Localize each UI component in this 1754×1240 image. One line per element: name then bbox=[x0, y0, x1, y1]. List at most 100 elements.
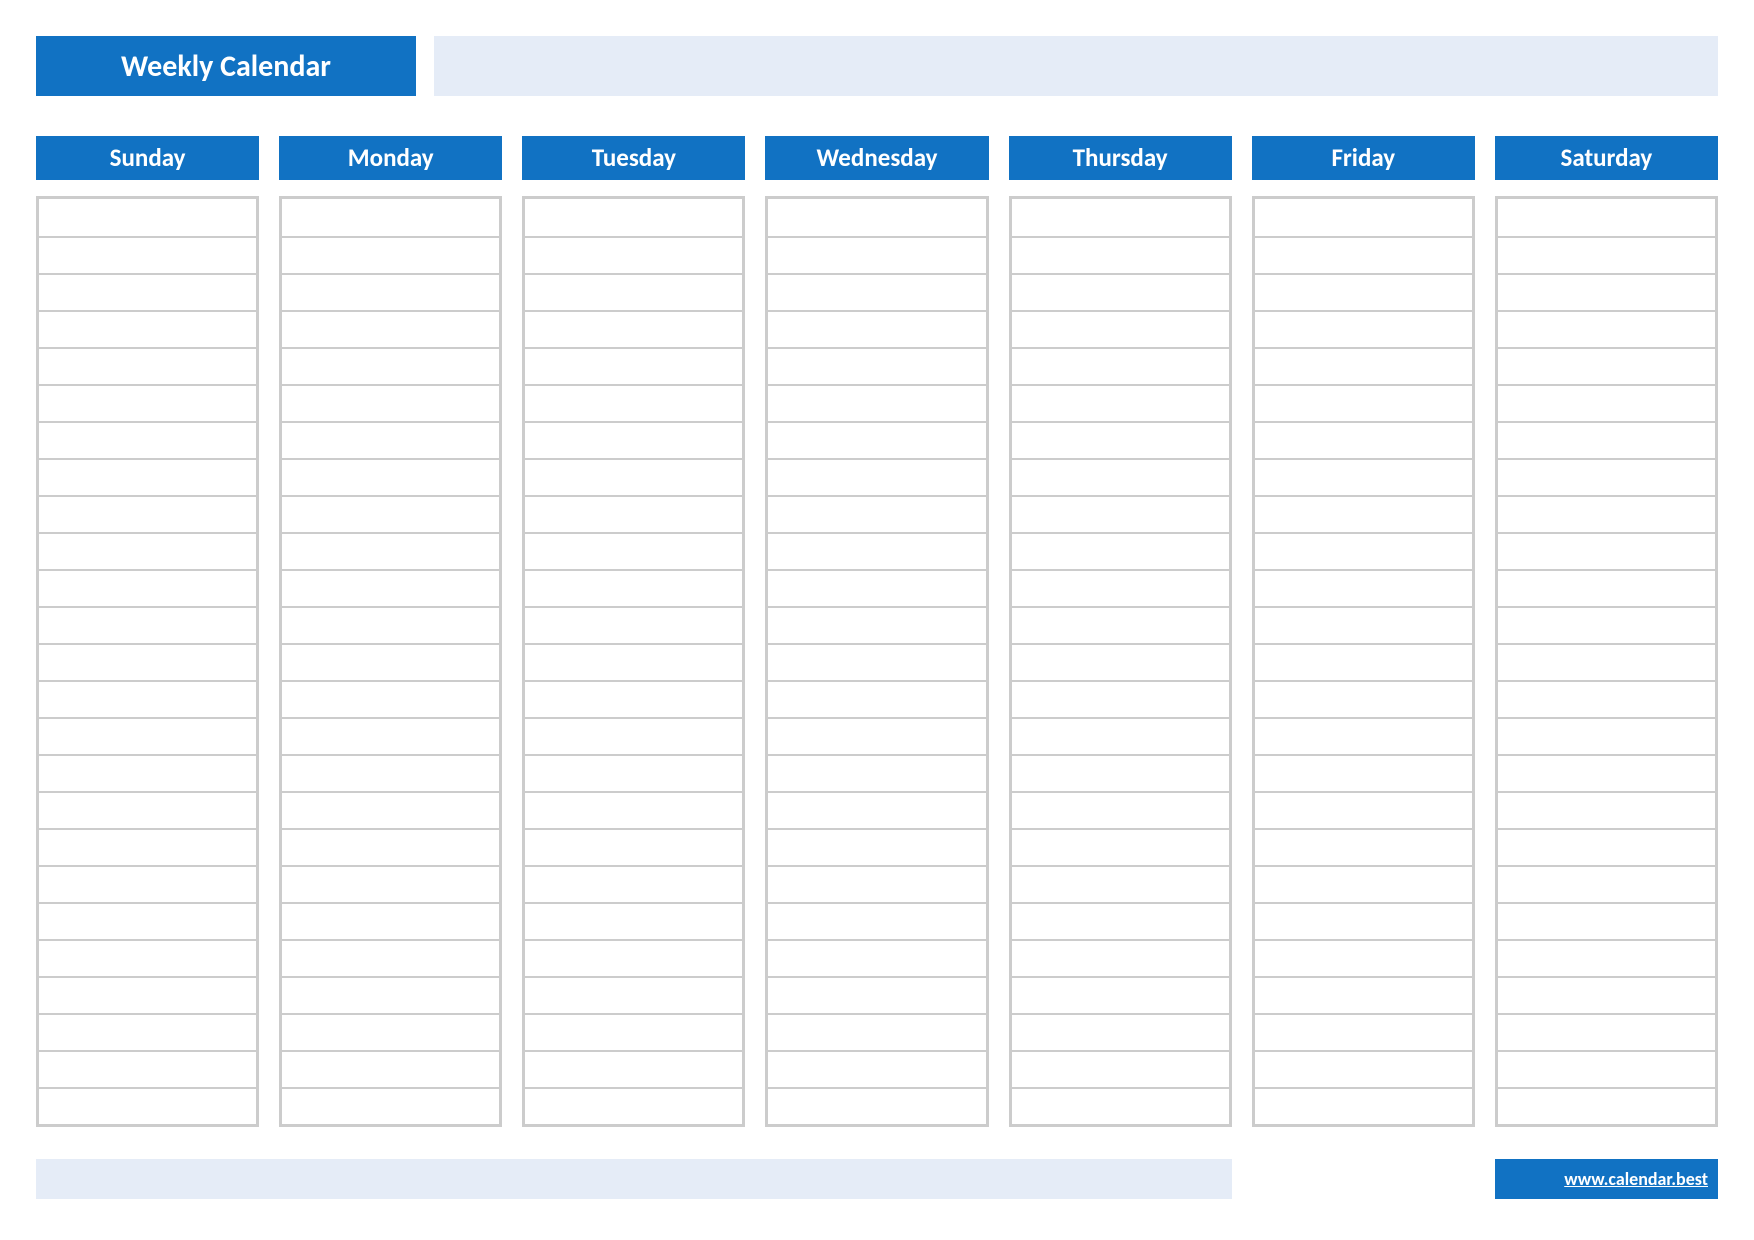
calendar-slot[interactable] bbox=[525, 421, 742, 458]
calendar-slot[interactable] bbox=[525, 939, 742, 976]
calendar-slot[interactable] bbox=[768, 976, 985, 1013]
calendar-slot[interactable] bbox=[39, 976, 256, 1013]
calendar-slot[interactable] bbox=[282, 643, 499, 680]
calendar-slot[interactable] bbox=[1255, 606, 1472, 643]
calendar-slot[interactable] bbox=[1012, 384, 1229, 421]
calendar-slot[interactable] bbox=[282, 1013, 499, 1050]
calendar-slot[interactable] bbox=[1498, 1050, 1715, 1087]
calendar-slot[interactable] bbox=[1255, 680, 1472, 717]
calendar-slot[interactable] bbox=[768, 717, 985, 754]
calendar-slot[interactable] bbox=[1012, 532, 1229, 569]
calendar-slot[interactable] bbox=[525, 199, 742, 236]
calendar-slot[interactable] bbox=[39, 384, 256, 421]
calendar-slot[interactable] bbox=[1255, 273, 1472, 310]
calendar-slot[interactable] bbox=[1255, 458, 1472, 495]
calendar-slot[interactable] bbox=[1255, 1050, 1472, 1087]
calendar-slot[interactable] bbox=[525, 347, 742, 384]
calendar-slot[interactable] bbox=[39, 791, 256, 828]
calendar-slot[interactable] bbox=[1498, 532, 1715, 569]
calendar-slot[interactable] bbox=[282, 902, 499, 939]
calendar-slot[interactable] bbox=[1012, 865, 1229, 902]
calendar-slot[interactable] bbox=[768, 458, 985, 495]
calendar-slot[interactable] bbox=[282, 606, 499, 643]
calendar-slot[interactable] bbox=[282, 421, 499, 458]
calendar-slot[interactable] bbox=[282, 828, 499, 865]
calendar-slot[interactable] bbox=[1012, 680, 1229, 717]
calendar-slot[interactable] bbox=[39, 606, 256, 643]
calendar-slot[interactable] bbox=[1255, 976, 1472, 1013]
calendar-slot[interactable] bbox=[282, 458, 499, 495]
calendar-slot[interactable] bbox=[39, 754, 256, 791]
calendar-slot[interactable] bbox=[1255, 421, 1472, 458]
calendar-slot[interactable] bbox=[1498, 643, 1715, 680]
calendar-slot[interactable] bbox=[525, 532, 742, 569]
calendar-slot[interactable] bbox=[1498, 791, 1715, 828]
calendar-slot[interactable] bbox=[282, 384, 499, 421]
calendar-slot[interactable] bbox=[1012, 1087, 1229, 1124]
calendar-slot[interactable] bbox=[282, 1087, 499, 1124]
calendar-slot[interactable] bbox=[1255, 1013, 1472, 1050]
calendar-slot[interactable] bbox=[1255, 384, 1472, 421]
calendar-slot[interactable] bbox=[1498, 865, 1715, 902]
calendar-slot[interactable] bbox=[282, 1050, 499, 1087]
calendar-slot[interactable] bbox=[1255, 939, 1472, 976]
calendar-slot[interactable] bbox=[1012, 421, 1229, 458]
calendar-slot[interactable] bbox=[282, 569, 499, 606]
calendar-slot[interactable] bbox=[768, 1013, 985, 1050]
calendar-slot[interactable] bbox=[525, 569, 742, 606]
calendar-slot[interactable] bbox=[1498, 458, 1715, 495]
calendar-slot[interactable] bbox=[282, 273, 499, 310]
calendar-slot[interactable] bbox=[1498, 495, 1715, 532]
calendar-slot[interactable] bbox=[1012, 1050, 1229, 1087]
calendar-slot[interactable] bbox=[1012, 1013, 1229, 1050]
calendar-slot[interactable] bbox=[1012, 199, 1229, 236]
calendar-slot[interactable] bbox=[282, 865, 499, 902]
calendar-slot[interactable] bbox=[1498, 902, 1715, 939]
calendar-slot[interactable] bbox=[1498, 828, 1715, 865]
calendar-slot[interactable] bbox=[1255, 236, 1472, 273]
calendar-slot[interactable] bbox=[282, 754, 499, 791]
calendar-slot[interactable] bbox=[768, 754, 985, 791]
calendar-slot[interactable] bbox=[1255, 791, 1472, 828]
calendar-slot[interactable] bbox=[1498, 754, 1715, 791]
calendar-slot[interactable] bbox=[39, 421, 256, 458]
calendar-slot[interactable] bbox=[525, 495, 742, 532]
calendar-slot[interactable] bbox=[768, 939, 985, 976]
calendar-slot[interactable] bbox=[768, 865, 985, 902]
calendar-slot[interactable] bbox=[282, 495, 499, 532]
calendar-slot[interactable] bbox=[1012, 643, 1229, 680]
calendar-slot[interactable] bbox=[1012, 273, 1229, 310]
calendar-slot[interactable] bbox=[1498, 939, 1715, 976]
calendar-slot[interactable] bbox=[39, 495, 256, 532]
calendar-slot[interactable] bbox=[39, 717, 256, 754]
calendar-slot[interactable] bbox=[39, 902, 256, 939]
calendar-slot[interactable] bbox=[1255, 754, 1472, 791]
calendar-slot[interactable] bbox=[39, 347, 256, 384]
calendar-slot[interactable] bbox=[39, 939, 256, 976]
calendar-slot[interactable] bbox=[1498, 421, 1715, 458]
calendar-slot[interactable] bbox=[1498, 680, 1715, 717]
calendar-slot[interactable] bbox=[525, 606, 742, 643]
calendar-slot[interactable] bbox=[1012, 717, 1229, 754]
calendar-slot[interactable] bbox=[282, 680, 499, 717]
calendar-slot[interactable] bbox=[525, 791, 742, 828]
calendar-slot[interactable] bbox=[768, 532, 985, 569]
calendar-slot[interactable] bbox=[39, 680, 256, 717]
calendar-slot[interactable] bbox=[525, 384, 742, 421]
calendar-slot[interactable] bbox=[1012, 347, 1229, 384]
calendar-slot[interactable] bbox=[1012, 606, 1229, 643]
calendar-slot[interactable] bbox=[525, 717, 742, 754]
calendar-slot[interactable] bbox=[39, 273, 256, 310]
calendar-slot[interactable] bbox=[525, 1013, 742, 1050]
calendar-slot[interactable] bbox=[1255, 199, 1472, 236]
calendar-slot[interactable] bbox=[1012, 569, 1229, 606]
calendar-slot[interactable] bbox=[525, 865, 742, 902]
calendar-slot[interactable] bbox=[282, 236, 499, 273]
calendar-slot[interactable] bbox=[282, 791, 499, 828]
calendar-slot[interactable] bbox=[282, 310, 499, 347]
calendar-slot[interactable] bbox=[39, 569, 256, 606]
calendar-slot[interactable] bbox=[525, 458, 742, 495]
calendar-slot[interactable] bbox=[768, 569, 985, 606]
calendar-slot[interactable] bbox=[1012, 458, 1229, 495]
calendar-slot[interactable] bbox=[1255, 643, 1472, 680]
